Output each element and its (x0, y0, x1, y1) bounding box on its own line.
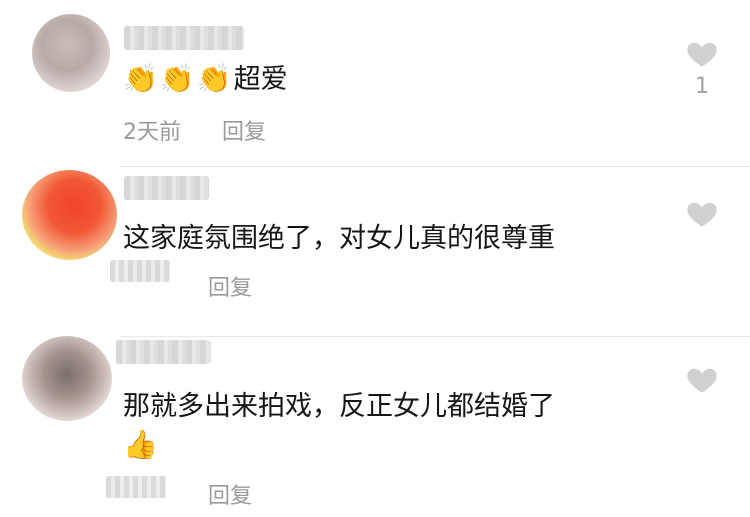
timestamp-blurred (110, 260, 170, 282)
comment-meta: 回复 (208, 270, 252, 302)
timestamp-blurred (106, 476, 166, 498)
heart-outline-icon (687, 202, 717, 227)
comment-text: 那就多出来拍戏，反正女儿都结婚了 (123, 390, 555, 424)
username-blurred[interactable] (116, 340, 211, 364)
like-button[interactable] (681, 364, 723, 394)
reply-button[interactable]: 回复 (208, 276, 252, 301)
like-button[interactable]: 1 (681, 38, 723, 99)
comment-item: 那就多出来拍戏，反正女儿都结婚了 👍 回复 (0, 330, 750, 517)
reply-button[interactable]: 回复 (222, 120, 266, 145)
like-count: 1 (695, 74, 709, 99)
clapping-hands-emoji: 👏 (196, 62, 232, 95)
comment-body: 这家庭氛围绝了，对女儿真的很尊重 (123, 223, 555, 254)
thumbs-up-emoji: 👍 (123, 428, 158, 461)
comment-text: 👏👏👏超爱 (123, 62, 288, 97)
avatar[interactable] (22, 336, 112, 421)
heart-outline-icon (687, 42, 717, 67)
comment-text: 这家庭氛围绝了，对女儿真的很尊重 (123, 222, 555, 256)
comment-meta: 2天前 回复 (123, 114, 266, 146)
comment-text-line2: 👍 (123, 428, 160, 463)
username-blurred[interactable] (124, 26, 244, 50)
username-blurred[interactable] (124, 176, 209, 200)
comment-meta: 回复 (208, 478, 252, 510)
comment-item: 这家庭氛围绝了，对女儿真的很尊重 回复 (0, 160, 750, 340)
comment-item: 👏👏👏超爱 2天前 回复 1 (0, 0, 750, 170)
comment-body: 那就多出来拍戏，反正女儿都结婚了 (123, 391, 555, 422)
avatar[interactable] (32, 14, 110, 92)
comment-body: 超爱 (233, 64, 288, 95)
timestamp: 2天前 (123, 120, 181, 145)
clapping-hands-emoji: 👏 (159, 62, 195, 95)
heart-outline-icon (687, 368, 717, 393)
clapping-hands-emoji: 👏 (123, 62, 158, 95)
like-button[interactable] (681, 198, 723, 228)
reply-button[interactable]: 回复 (208, 484, 252, 509)
avatar[interactable] (22, 170, 117, 260)
